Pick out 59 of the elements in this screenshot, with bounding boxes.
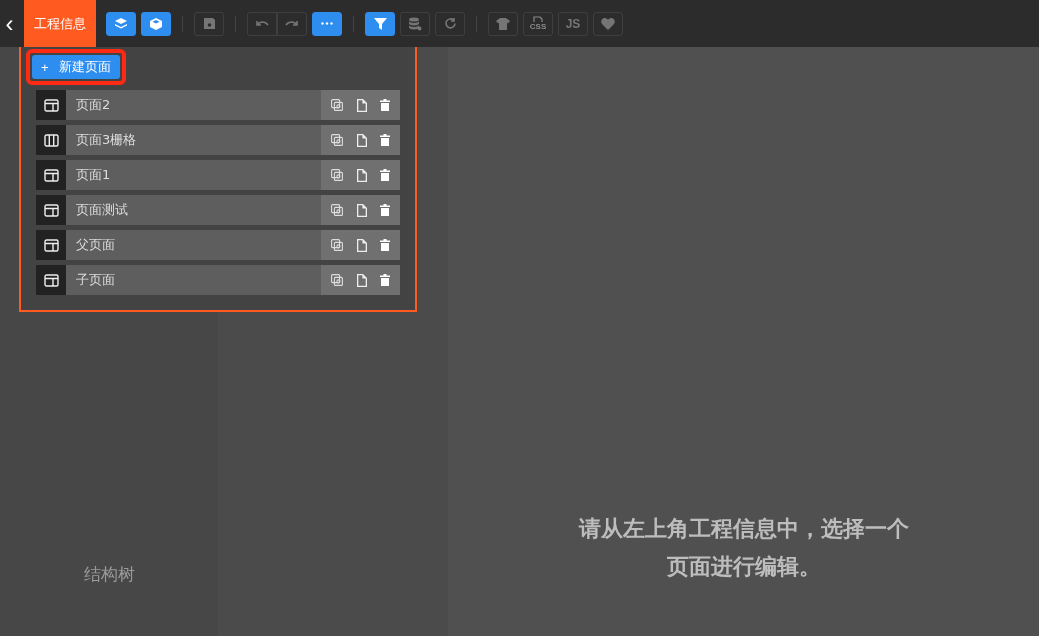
duplicate-button[interactable] xyxy=(356,133,367,147)
columns-layout-icon xyxy=(43,133,59,147)
duplicate-button[interactable] xyxy=(356,273,367,287)
more-button[interactable] xyxy=(312,11,342,36)
redo-button[interactable] xyxy=(277,11,307,36)
css-button[interactable]: CSS xyxy=(523,11,553,36)
link-copy-button[interactable] xyxy=(331,204,344,216)
database-button[interactable] xyxy=(400,11,430,36)
delete-button[interactable] xyxy=(379,169,390,181)
filter-icon xyxy=(373,17,387,30)
database-icon xyxy=(408,16,422,31)
page-item[interactable]: 页面1 xyxy=(66,160,321,190)
save-button[interactable] xyxy=(194,11,224,36)
duplicate-button[interactable] xyxy=(356,168,367,182)
filter-button[interactable] xyxy=(365,11,395,36)
layout-icon xyxy=(43,238,59,252)
ellipsis-icon xyxy=(321,22,333,25)
link-copy-button[interactable] xyxy=(331,134,344,146)
page-item[interactable]: 页面2 xyxy=(66,90,321,120)
undo-icon xyxy=(255,18,269,29)
duplicate-button[interactable] xyxy=(356,238,367,252)
layers-button[interactable] xyxy=(106,11,136,36)
box-button[interactable] xyxy=(141,11,171,36)
page-item[interactable]: 页面测试 xyxy=(66,195,321,225)
floppy-icon xyxy=(202,17,216,30)
duplicate-button[interactable] xyxy=(356,203,367,217)
delete-button[interactable] xyxy=(379,134,390,146)
text-button[interactable]: JS xyxy=(558,11,588,36)
shirt-icon xyxy=(496,17,510,30)
heart-icon xyxy=(601,17,615,30)
delete-button[interactable] xyxy=(379,204,390,216)
back-button[interactable]: ‹ xyxy=(0,0,19,47)
link-copy-button[interactable] xyxy=(331,99,344,111)
cube-icon xyxy=(149,16,163,31)
layout-icon xyxy=(43,98,59,112)
page-item[interactable]: 子页面 xyxy=(66,265,321,295)
empty-canvas-message: 请从左上角工程信息中，选择一个 页面进行编辑。 xyxy=(578,515,909,581)
duplicate-button[interactable] xyxy=(356,98,367,112)
refresh-button[interactable] xyxy=(435,11,465,36)
delete-button[interactable] xyxy=(379,99,390,111)
shirt-button[interactable] xyxy=(488,11,518,36)
layout-icon xyxy=(43,168,59,182)
link-copy-button[interactable] xyxy=(331,239,344,251)
layout-icon xyxy=(43,203,59,217)
redo-icon xyxy=(285,18,299,29)
link-copy-button[interactable] xyxy=(331,169,344,181)
layers-icon xyxy=(114,16,128,31)
page-item[interactable]: 父页面 xyxy=(66,230,321,260)
layout-icon xyxy=(43,273,59,287)
project-info-tab[interactable]: 工程信息 xyxy=(24,0,96,47)
heart-button[interactable] xyxy=(593,11,623,36)
delete-button[interactable] xyxy=(379,239,390,251)
page-item[interactable]: 页面3栅格 xyxy=(66,125,321,155)
undo-button[interactable] xyxy=(247,11,277,36)
delete-button[interactable] xyxy=(379,274,390,286)
link-copy-button[interactable] xyxy=(331,274,344,286)
new-page-button[interactable]: + 新建页面 xyxy=(32,55,120,79)
refresh-icon xyxy=(443,17,457,30)
structure-tree-label: 结构树 xyxy=(83,563,135,586)
